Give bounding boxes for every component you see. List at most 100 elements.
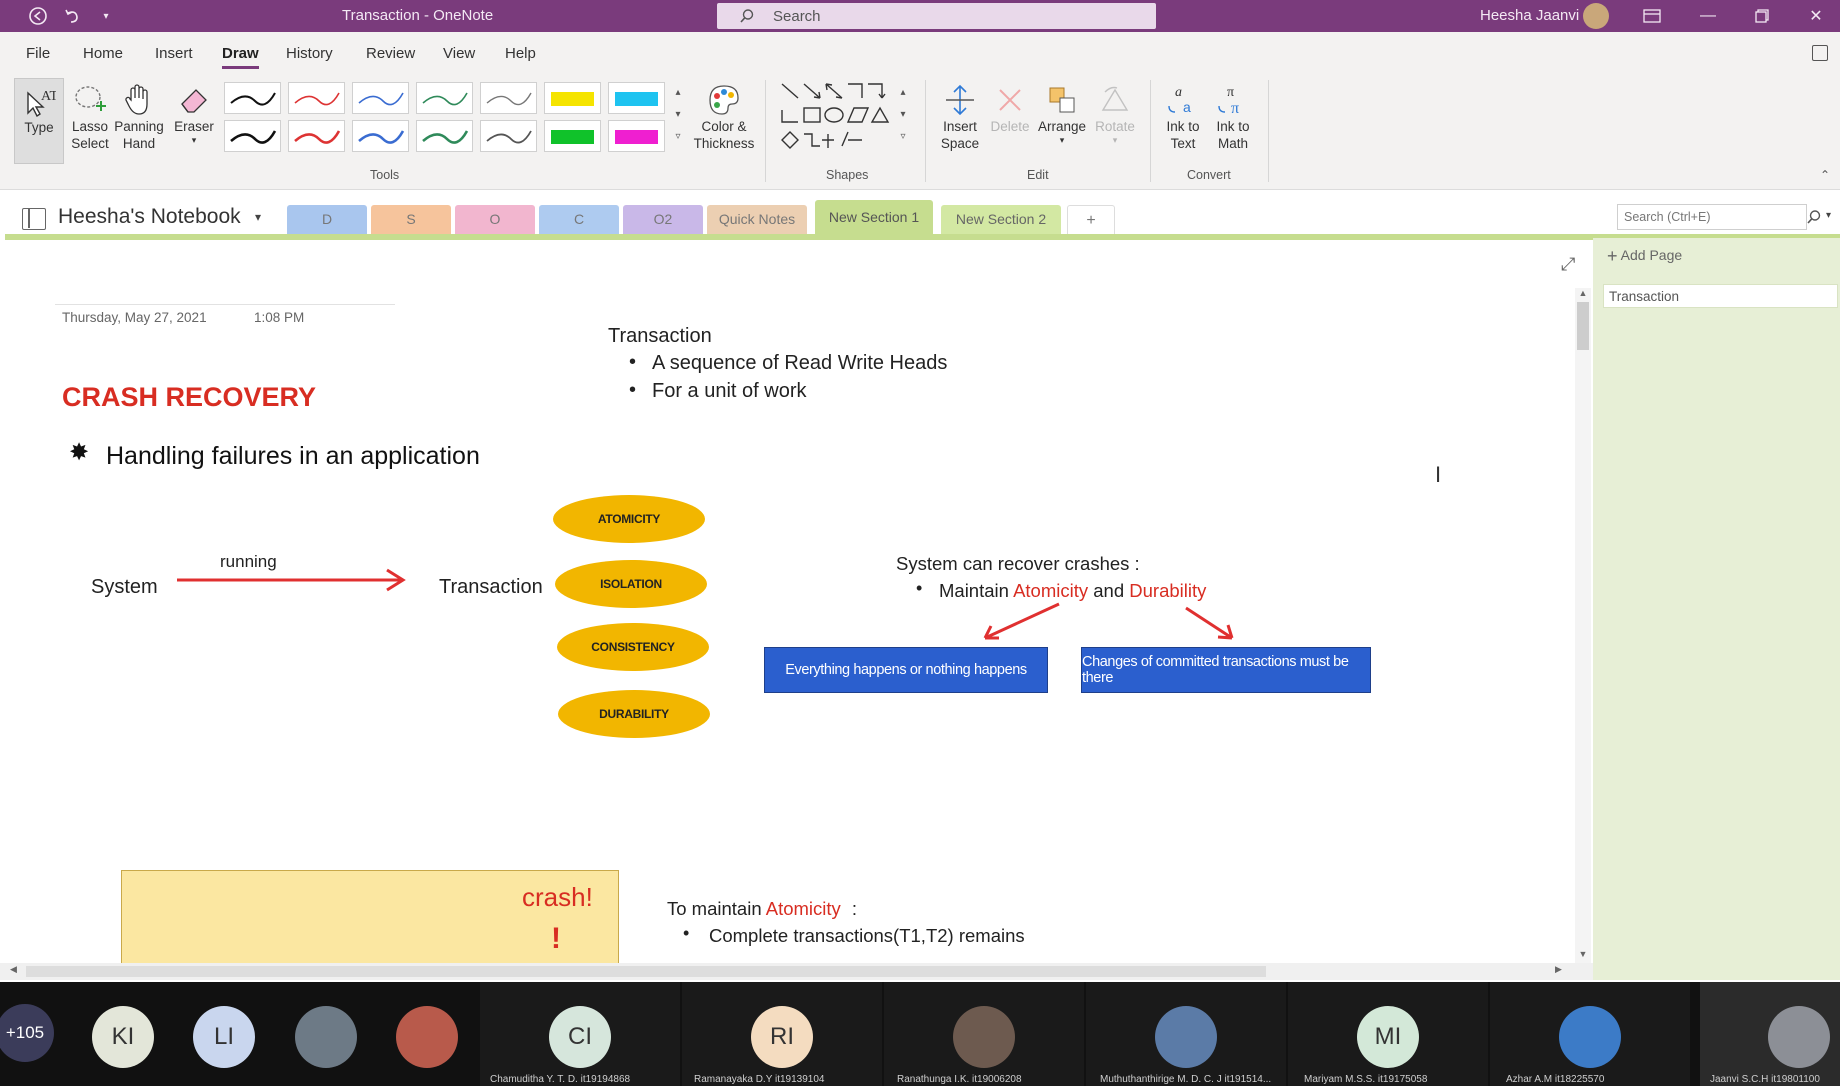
insert-space-label: Insert Space xyxy=(940,119,980,151)
section-tab-o[interactable]: O xyxy=(455,205,535,234)
search-scope-dropdown-icon[interactable]: ▾ xyxy=(1826,210,1831,221)
arrange-dropdown-icon[interactable]: ▾ xyxy=(1036,135,1088,145)
pen-red-2[interactable] xyxy=(288,120,345,152)
participant-photo[interactable] xyxy=(295,1006,357,1068)
user-avatar[interactable] xyxy=(1583,3,1609,29)
delete-button[interactable]: Delete xyxy=(986,78,1034,135)
horizontal-scroll-thumb[interactable] xyxy=(26,966,1266,977)
menu-help[interactable]: Help xyxy=(505,45,536,62)
lasso-select-button[interactable]: Lasso Select xyxy=(68,78,112,152)
pen-blue-2[interactable] xyxy=(352,120,409,152)
notebook-icon[interactable] xyxy=(22,208,46,230)
highlighter-green[interactable] xyxy=(544,120,601,152)
menu-file[interactable]: File xyxy=(26,45,50,62)
pen-green-2[interactable] xyxy=(416,120,473,152)
notebook-dropdown-icon[interactable]: ▾ xyxy=(255,210,261,224)
bullet-dot: • xyxy=(629,351,637,373)
participant-avatar[interactable]: KI xyxy=(92,1006,154,1068)
section-tabs-bar: Heesha's Notebook ▾ D S O C O2 Quick Not… xyxy=(0,190,1840,240)
add-page-label: Add Page xyxy=(1620,247,1683,263)
horizontal-scrollbar[interactable]: ◀ ▶ xyxy=(0,963,1593,980)
quick-access-dropdown-icon[interactable]: ▾ xyxy=(94,5,118,27)
page-canvas[interactable]: ⤢ Thursday, May 27, 2021 1:08 PM CRASH R… xyxy=(5,244,1593,963)
section-tab-s[interactable]: S xyxy=(371,205,451,234)
notebook-search-input[interactable]: Search (Ctrl+E) xyxy=(1617,204,1821,230)
participant-tile[interactable]: Jaanvi S.C.H it19801100 xyxy=(1700,982,1840,1086)
close-icon[interactable]: ✕ xyxy=(1804,5,1828,27)
ribbon-display-icon[interactable] xyxy=(1640,5,1664,27)
restore-icon[interactable] xyxy=(1750,5,1774,27)
type-button[interactable]: AT Type xyxy=(14,78,64,164)
section-tab-quick-notes[interactable]: Quick Notes xyxy=(707,205,807,234)
notebook-name[interactable]: Heesha's Notebook xyxy=(58,205,241,229)
eraser-button[interactable]: Eraser ▾ xyxy=(168,78,220,145)
insert-space-button[interactable]: Insert Space xyxy=(934,78,986,152)
scroll-left-icon[interactable]: ◀ xyxy=(10,964,17,975)
participant-tile[interactable]: Ranathunga I.K. it19006208 xyxy=(884,982,1084,1086)
rotate-dropdown-icon[interactable]: ▾ xyxy=(1090,135,1140,145)
scroll-right-icon[interactable]: ▶ xyxy=(1555,964,1562,975)
pen-gray-2[interactable] xyxy=(480,120,537,152)
page-item-transaction[interactable]: Transaction xyxy=(1603,284,1838,308)
highlighter-cyan[interactable] xyxy=(608,82,665,114)
share-icon[interactable] xyxy=(1812,45,1828,61)
section-tab-c[interactable]: C xyxy=(539,205,619,234)
section-tab-o2[interactable]: O2 xyxy=(623,205,703,234)
ink-to-text-button[interactable]: aa Ink to Text xyxy=(1158,78,1208,152)
add-section-button[interactable]: + xyxy=(1067,205,1115,234)
user-name[interactable]: Heesha Jaanvi xyxy=(1480,7,1579,24)
menu-draw[interactable]: Draw xyxy=(222,45,259,69)
search-input[interactable]: Search xyxy=(717,3,1156,29)
menu-history[interactable]: History xyxy=(286,45,333,62)
section-tab-new-section-2[interactable]: New Section 2 xyxy=(941,205,1061,234)
pen-gray-1[interactable] xyxy=(480,82,537,114)
add-page-button[interactable]: + Add Page xyxy=(1607,246,1682,267)
more-participants-badge[interactable]: +105 xyxy=(0,1004,54,1062)
eraser-dropdown-icon[interactable]: ▾ xyxy=(168,135,220,145)
atomicity-word: Atomicity xyxy=(1013,580,1089,601)
menu-home[interactable]: Home xyxy=(83,45,123,62)
pens-scroll-icon[interactable]: ▴ ▾ ▿ xyxy=(670,82,686,152)
panning-hand-button[interactable]: Panning Hand xyxy=(114,78,164,152)
section-tab-d[interactable]: D xyxy=(287,205,367,234)
participant-tile[interactable]: RI Ramanayaka D.Y it19139104 xyxy=(682,982,882,1086)
participant-name: Muthuthanthirige M. D. C. J it191514... xyxy=(1100,1074,1272,1085)
participant-avatar[interactable]: LI xyxy=(193,1006,255,1068)
scroll-thumb[interactable] xyxy=(1577,302,1589,350)
arrange-button[interactable]: Arrange ▾ xyxy=(1036,78,1088,145)
ink-to-math-button[interactable]: ππ Ink to Math xyxy=(1208,78,1258,152)
shapes-scroll-icon[interactable]: ▴ ▾ ▿ xyxy=(896,82,910,152)
scroll-up-icon[interactable]: ▲ xyxy=(1575,288,1591,298)
vertical-scrollbar[interactable]: ▲ ▼ xyxy=(1575,288,1591,963)
color-thickness-button[interactable]: Color & Thickness xyxy=(690,78,758,152)
participant-name: Ranathunga I.K. it19006208 xyxy=(897,1074,1022,1085)
pen-blue-1[interactable] xyxy=(352,82,409,114)
pen-red-1[interactable] xyxy=(288,82,345,114)
back-icon[interactable] xyxy=(26,5,50,27)
participant-avatar: MI xyxy=(1357,1006,1419,1068)
participant-tile[interactable]: Azhar A.M it18225570 xyxy=(1490,982,1690,1086)
type-icon: AT xyxy=(27,89,56,118)
undo-icon[interactable] xyxy=(60,5,84,27)
menu-view[interactable]: View xyxy=(443,45,475,62)
highlighter-magenta[interactable] xyxy=(608,120,665,152)
collapse-ribbon-icon[interactable]: ⌃ xyxy=(1820,168,1830,182)
expand-page-icon[interactable]: ⤢ xyxy=(1561,254,1575,275)
pen-black-2[interactable] xyxy=(224,120,281,152)
menu-insert[interactable]: Insert xyxy=(155,45,193,62)
participant-tile[interactable]: Muthuthanthirige M. D. C. J it191514... xyxy=(1086,982,1286,1086)
participant-tile[interactable]: MI Mariyam M.S.S. it19175058 xyxy=(1288,982,1488,1086)
participant-photo[interactable] xyxy=(396,1006,458,1068)
pen-black-1[interactable] xyxy=(224,82,281,114)
section-tab-new-section-1[interactable]: New Section 1 xyxy=(815,200,933,235)
rotate-button[interactable]: Rotate ▾ xyxy=(1090,78,1140,145)
scroll-down-icon[interactable]: ▼ xyxy=(1575,949,1591,959)
pen-green-1[interactable] xyxy=(416,82,473,114)
participant-tile[interactable]: CI Chamuditha Y. T. D. it19194868 xyxy=(480,982,680,1086)
menu-review[interactable]: Review xyxy=(366,45,415,62)
shapes-gallery[interactable] xyxy=(776,80,896,156)
lasso-label: Lasso Select xyxy=(71,119,109,151)
maintain-bullet-1: Complete transactions(T1,T2) remains xyxy=(709,925,1025,946)
minimize-icon[interactable]: — xyxy=(1696,5,1720,27)
highlighter-yellow[interactable] xyxy=(544,82,601,114)
